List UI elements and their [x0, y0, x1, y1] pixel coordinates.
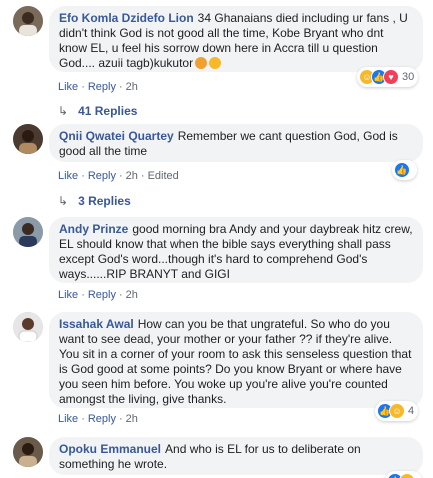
comment-author[interactable]: Opoku Emmanuel: [59, 442, 161, 456]
timestamp[interactable]: 2h: [126, 170, 138, 182]
reply-link[interactable]: Reply: [88, 170, 116, 182]
like-link[interactable]: Like: [58, 81, 78, 93]
like-link[interactable]: Like: [58, 170, 78, 182]
angry-emoji-icon: [195, 57, 208, 69]
comment-actions: Like · Reply · 2h: [58, 288, 138, 302]
avatar[interactable]: [13, 6, 43, 36]
haha-icon: ☺: [389, 403, 405, 419]
view-replies-link[interactable]: ↳ 3 Replies: [58, 193, 131, 209]
reaction-summary[interactable]: 👍 ☺ 4: [375, 401, 419, 421]
replies-count[interactable]: 3 Replies: [78, 193, 131, 209]
separator: ·: [118, 81, 123, 93]
timestamp[interactable]: 2h: [126, 81, 138, 93]
like-icon: 👍: [394, 162, 410, 178]
comment-bubble: Issahak Awal How can you be that ungratef…: [49, 312, 423, 408]
avatar[interactable]: [13, 437, 43, 467]
reaction-summary[interactable]: 👍 ☺: [385, 471, 422, 478]
avatar[interactable]: [13, 312, 43, 342]
replies-count[interactable]: 41 Replies: [78, 103, 137, 119]
separator: ·: [81, 413, 85, 425]
comment-author[interactable]: Qnii Qwatei Quartey: [59, 129, 174, 143]
separator: ·: [81, 170, 85, 182]
comment-bubble: Andy Prinze good morning bra Andy and you…: [49, 217, 423, 283]
reaction-count: 30: [402, 71, 415, 83]
comment-actions: Like · Reply · 2h: [58, 412, 138, 426]
edited-label[interactable]: Edited: [148, 170, 179, 182]
comment-actions: Like · Reply · 2h: [58, 80, 138, 94]
reply-arrow-icon: ↳: [58, 104, 69, 118]
reply-link[interactable]: Reply: [88, 413, 116, 425]
comment-author[interactable]: Issahak Awal: [59, 317, 134, 331]
reaction-summary[interactable]: ☺ 👍 ♥ 30: [357, 67, 419, 87]
like-link[interactable]: Like: [58, 289, 78, 301]
comment-author[interactable]: Efo Komla Dzidefo Lion: [59, 11, 194, 25]
view-replies-link[interactable]: ↳ 41 Replies: [58, 103, 137, 119]
comment-author[interactable]: Andy Prinze: [59, 222, 128, 236]
comment-bubble: Qnii Qwatei Quartey Remember we cant ques…: [49, 124, 423, 162]
comment-bubble: Opoku Emmanuel And who is EL for us to de…: [49, 437, 423, 475]
haha-icon: ☺: [399, 473, 415, 478]
reply-link[interactable]: Reply: [88, 81, 116, 93]
reply-arrow-icon: ↳: [58, 194, 69, 208]
like-link[interactable]: Like: [58, 413, 78, 425]
reaction-count: 4: [408, 405, 415, 417]
separator: ·: [140, 170, 145, 182]
reply-link[interactable]: Reply: [88, 289, 116, 301]
reaction-summary[interactable]: 👍: [392, 160, 417, 180]
disappointed-emoji-icon: [209, 57, 222, 69]
avatar[interactable]: [13, 124, 43, 154]
avatar[interactable]: [13, 217, 43, 247]
separator: ·: [118, 170, 123, 182]
comment-feed: Efo Komla Dzidefo Lion 34 Ghanaians died …: [0, 0, 433, 478]
comment-bubble: Efo Komla Dzidefo Lion 34 Ghanaians died …: [49, 6, 423, 72]
timestamp[interactable]: 2h: [126, 413, 138, 425]
timestamp[interactable]: 2h: [126, 289, 138, 301]
separator: ·: [118, 289, 123, 301]
separator: ·: [81, 289, 85, 301]
separator: ·: [81, 81, 85, 93]
love-icon: ♥: [383, 69, 399, 85]
separator: ·: [118, 413, 123, 425]
comment-actions: Like · Reply · 2h · Edited: [58, 169, 179, 183]
